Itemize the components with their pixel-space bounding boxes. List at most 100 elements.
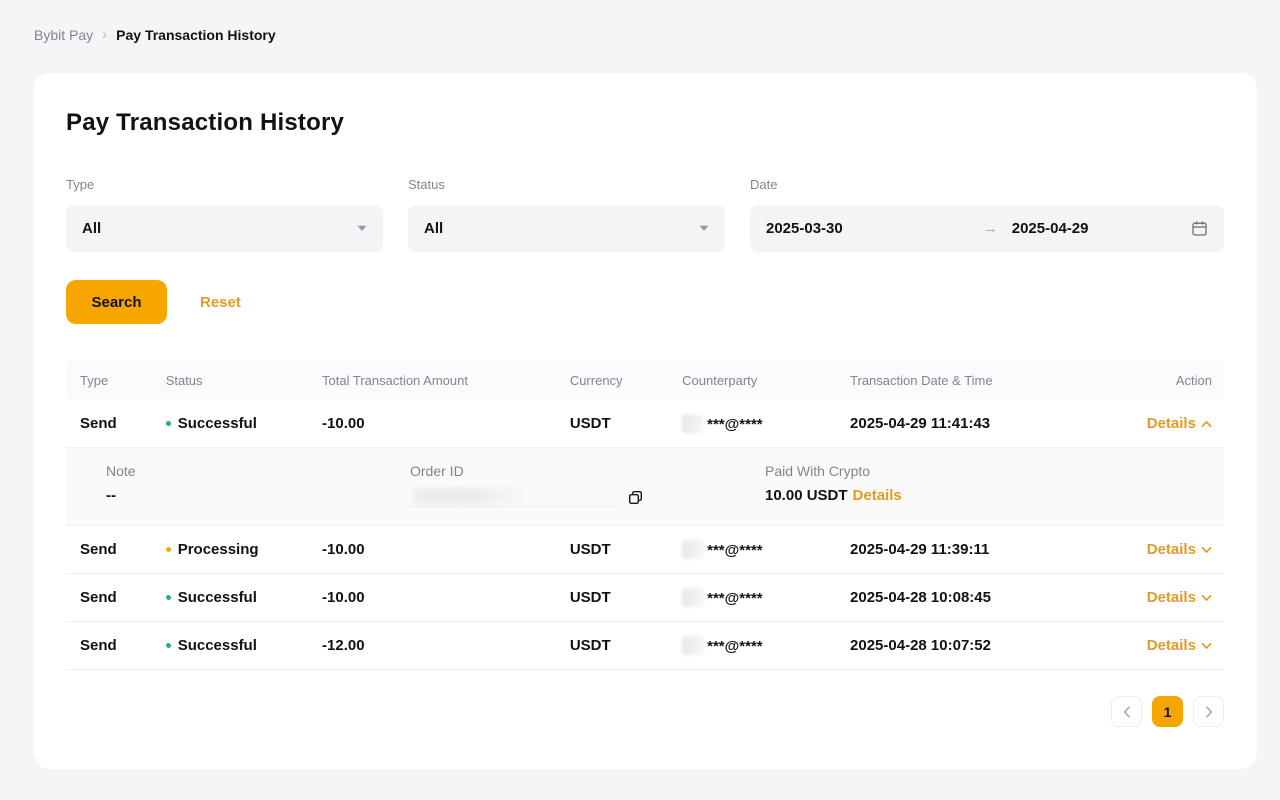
cell-amount: -10.00: [308, 415, 556, 432]
cell-status: Successful: [152, 589, 308, 606]
date-start-value[interactable]: 2025-03-30: [766, 220, 843, 237]
cell-currency: USDT: [556, 637, 668, 654]
header-datetime: Transaction Date & Time: [836, 373, 1120, 388]
chevron-down-icon: [1201, 594, 1212, 602]
arrow-right-icon: →: [983, 220, 998, 237]
status-dot-icon: [166, 421, 171, 426]
search-button[interactable]: Search: [66, 280, 167, 324]
cell-status: Processing: [152, 541, 308, 558]
date-end-value[interactable]: 2025-04-29: [1012, 220, 1191, 237]
filter-actions: Search Reset: [66, 280, 1224, 324]
pagination: 1: [66, 696, 1224, 727]
redacted-blur: [682, 540, 704, 559]
cell-status: Successful: [152, 415, 308, 432]
note-label: Note: [106, 463, 410, 479]
cell-counterparty: ***@****: [668, 588, 836, 607]
cell-action: Details: [1120, 415, 1224, 432]
redacted-blur: [682, 588, 704, 607]
next-page-button[interactable]: [1193, 696, 1224, 727]
header-counterparty: Counterparty: [668, 373, 836, 388]
reset-button[interactable]: Reset: [200, 294, 241, 311]
note-value: --: [106, 487, 410, 504]
header-type: Type: [66, 373, 152, 388]
order-id-label: Order ID: [410, 463, 765, 479]
cell-amount: -10.00: [308, 541, 556, 558]
date-range-picker[interactable]: 2025-03-30 → 2025-04-29: [750, 205, 1224, 252]
table-row: SendProcessing-10.00USDT***@****2025-04-…: [66, 526, 1224, 574]
type-filter: Type All: [66, 177, 383, 252]
redacted-blur: [682, 414, 704, 433]
table-row: SendSuccessful-10.00USDT***@****2025-04-…: [66, 574, 1224, 622]
cell-action: Details: [1120, 637, 1224, 654]
table-header: Type Status Total Transaction Amount Cur…: [66, 360, 1224, 400]
status-dot-icon: [166, 643, 171, 648]
details-toggle[interactable]: Details: [1147, 415, 1212, 432]
redacted-blur: [414, 488, 526, 504]
paid-with-crypto-label: Paid With Crypto: [765, 463, 1224, 479]
cell-amount: -10.00: [308, 589, 556, 606]
type-select[interactable]: All: [66, 205, 383, 252]
chevron-down-icon: [1201, 642, 1212, 650]
details-toggle[interactable]: Details: [1147, 637, 1212, 654]
cell-status: Successful: [152, 637, 308, 654]
type-select-value: All: [82, 220, 101, 237]
cell-currency: USDT: [556, 415, 668, 432]
cell-datetime: 2025-04-29 11:41:43: [836, 415, 1120, 432]
breadcrumb-current: Pay Transaction History: [116, 27, 276, 43]
details-toggle[interactable]: Details: [1147, 589, 1212, 606]
type-filter-label: Type: [66, 177, 383, 192]
cell-currency: USDT: [556, 589, 668, 606]
cell-datetime: 2025-04-29 11:39:11: [836, 541, 1120, 558]
cell-counterparty: ***@****: [668, 636, 836, 655]
table-row: SendSuccessful-12.00USDT***@****2025-04-…: [66, 622, 1224, 670]
cell-counterparty: ***@****: [668, 540, 836, 559]
cell-type: Send: [66, 589, 152, 606]
expanded-detail-panel: Note --Order IDPaid With Crypto 10.00 USDT…: [66, 448, 1224, 526]
cell-counterparty: ***@****: [668, 414, 836, 433]
cell-currency: USDT: [556, 541, 668, 558]
cell-type: Send: [66, 541, 152, 558]
caret-down-icon: [357, 225, 367, 232]
transactions-table: Type Status Total Transaction Amount Cur…: [66, 360, 1224, 670]
main-card: Pay Transaction History Type All Status …: [34, 73, 1257, 769]
page-1-button[interactable]: 1: [1152, 696, 1183, 727]
cell-datetime: 2025-04-28 10:08:45: [836, 589, 1120, 606]
redacted-blur: [682, 636, 704, 655]
order-id-value-redacted: [410, 485, 620, 507]
header-action: Action: [1120, 373, 1224, 388]
chevron-down-icon: [1201, 546, 1212, 554]
calendar-icon[interactable]: [1191, 220, 1208, 237]
chevron-right-icon: ›: [102, 27, 107, 42]
chevron-up-icon: [1201, 420, 1212, 428]
date-filter-label: Date: [750, 177, 1224, 192]
date-filter: Date 2025-03-30 → 2025-04-29: [750, 177, 1224, 252]
header-amount: Total Transaction Amount: [308, 373, 556, 388]
caret-down-icon: [699, 225, 709, 232]
header-currency: Currency: [556, 373, 668, 388]
status-filter: Status All: [408, 177, 725, 252]
order-id-block: Order ID: [410, 463, 765, 507]
page-title: Pay Transaction History: [66, 109, 1224, 137]
copy-icon[interactable]: [628, 490, 643, 505]
paid-details-link[interactable]: Details: [853, 487, 902, 504]
table-body: SendSuccessful-10.00USDT***@****2025-04-…: [66, 400, 1224, 670]
note-block: Note --: [66, 463, 410, 507]
cell-datetime: 2025-04-28 10:07:52: [836, 637, 1120, 654]
status-filter-label: Status: [408, 177, 725, 192]
status-select-value: All: [424, 220, 443, 237]
status-dot-icon: [166, 547, 171, 552]
details-toggle[interactable]: Details: [1147, 541, 1212, 558]
status-select[interactable]: All: [408, 205, 725, 252]
cell-amount: -12.00: [308, 637, 556, 654]
status-dot-icon: [166, 595, 171, 600]
paid-with-crypto-block: Paid With Crypto 10.00 USDTDetails: [765, 463, 1224, 507]
paid-with-crypto-value: 10.00 USDTDetails: [765, 487, 1224, 504]
filter-bar: Type All Status All Date 2025-03-30 →: [66, 177, 1224, 252]
cell-action: Details: [1120, 541, 1224, 558]
cell-type: Send: [66, 415, 152, 432]
cell-action: Details: [1120, 589, 1224, 606]
cell-type: Send: [66, 637, 152, 654]
breadcrumb: Bybit Pay › Pay Transaction History: [0, 0, 1280, 43]
prev-page-button[interactable]: [1111, 696, 1142, 727]
breadcrumb-parent[interactable]: Bybit Pay: [34, 27, 93, 43]
